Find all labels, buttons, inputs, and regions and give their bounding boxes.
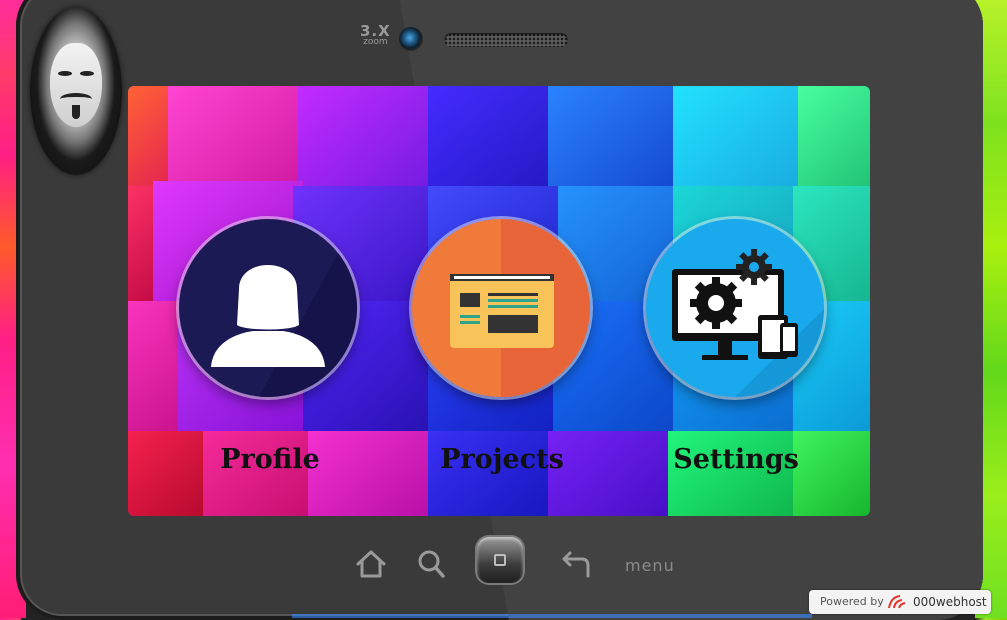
devices-gears-icon [672, 249, 824, 397]
settings-app-button[interactable] [646, 219, 824, 397]
webhost-logo-icon [888, 595, 906, 609]
search-icon[interactable] [416, 548, 446, 580]
profile-app-button[interactable] [179, 219, 357, 397]
projects-label[interactable]: Projects [402, 444, 602, 475]
tablet-screen: Profile Projects Settings [128, 86, 870, 516]
settings-label[interactable]: Settings [636, 444, 836, 475]
browser-window-icon [450, 219, 590, 397]
powered-by-badge[interactable]: Powered by 000webhost [809, 590, 991, 614]
zoom-caption: zoom [363, 37, 388, 47]
host-name: 000webhost [913, 595, 987, 609]
powered-by-label: Powered by [820, 595, 884, 608]
user-silhouette-icon [211, 219, 357, 397]
bottom-accent-strip [292, 614, 812, 618]
home-button-icon[interactable] [477, 537, 523, 583]
speaker-grill [444, 33, 568, 47]
anonymous-mask-icon [30, 7, 122, 175]
menu-button[interactable]: menu [625, 556, 675, 575]
back-arrow-icon[interactable] [560, 549, 592, 579]
camera-lens-icon [399, 27, 423, 51]
projects-app-button[interactable] [412, 219, 590, 397]
house-icon[interactable] [354, 548, 388, 580]
camera-zoom-label: 3.X zoom [360, 24, 391, 47]
profile-label[interactable]: Profile [170, 444, 370, 475]
